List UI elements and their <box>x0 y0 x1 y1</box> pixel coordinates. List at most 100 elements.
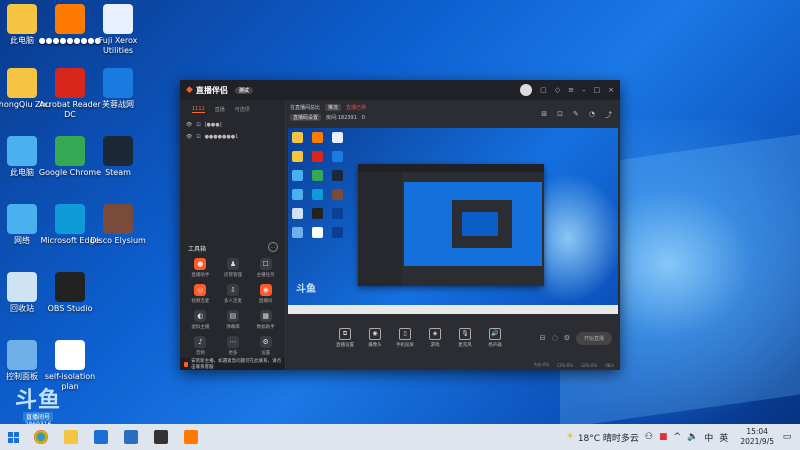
ime-indicator[interactable]: 中 <box>704 431 713 444</box>
stream-preview[interactable]: 斗鱼 <box>288 128 618 314</box>
desktop-icon[interactable]: 芙蓉战网 <box>86 68 150 110</box>
status-item: CPU:0% <box>557 362 574 368</box>
desktop-icon[interactable]: Disco Elysium <box>86 204 150 246</box>
link-mic-icon: ◎ <box>194 284 207 296</box>
control-button[interactable]: 🔊 扬声器 <box>480 328 510 348</box>
toolbox-item[interactable]: ☐ 主播任务 <box>249 258 282 278</box>
status-item: 内存:0% <box>533 362 550 367</box>
control-button[interactable]: ◈ 游戏 <box>420 328 450 348</box>
volume-icon[interactable]: 🔈 <box>687 432 698 442</box>
computer-icon <box>7 136 37 166</box>
toolbox-item[interactable]: ⋯ 更多 <box>217 336 250 356</box>
gift-icon[interactable]: ◇ <box>555 86 560 94</box>
speaker-icon: 🔊 <box>489 328 501 340</box>
control-bar: ⧉ 直播设置 ◉ 摄像头 ▯ 手机投屏 ◈ 游戏 🎙 麦克风 🔊 扬声器 ⊟ ◌ ⚙ 开始直播 <box>286 318 620 358</box>
toolbox-item-label: 设置 <box>261 351 271 356</box>
desktop-icon[interactable]: Fuji Xerox Utilities <box>86 4 150 56</box>
app-titlebar[interactable]: ◆ 直播伴侣 测试 ▢ ◇ ≡ – □ × <box>180 80 620 100</box>
toolbox-item[interactable]: ● 直播助手 <box>184 258 217 278</box>
start-live-button[interactable]: 开始直播 <box>575 331 612 345</box>
lock-icon[interactable]: ⊡ <box>196 122 200 128</box>
toolbox-item[interactable]: ♪ 音频 <box>184 336 217 356</box>
toolbox-item[interactable]: ◐ 虚拟主播 <box>184 310 217 330</box>
edit-icon[interactable]: ✎ <box>573 110 579 120</box>
toolbox-item[interactable]: ◉ 直播间 <box>249 284 282 304</box>
visibility-icon[interactable]: 👁 <box>186 122 192 128</box>
close-icon[interactable]: × <box>608 86 614 94</box>
toolbox-item[interactable]: ⇩ 多人连麦 <box>217 284 250 304</box>
scene-item[interactable]: 👁 ⊡ ●●●●●●●1 <box>180 131 285 143</box>
app-shortcut-icon <box>55 4 85 34</box>
weather-widget[interactable]: ☀ 18°C 晴时多云 <box>566 431 639 444</box>
desktop-icon[interactable]: Steam <box>86 136 150 178</box>
toolbox-item[interactable]: ♟ 房管管理 <box>217 258 250 278</box>
minimize-icon[interactable]: – <box>582 86 586 94</box>
scene-item[interactable]: 👁 ⊡ [●●●] <box>180 119 285 131</box>
game-icon: ◈ <box>429 328 441 340</box>
taskbar-streaming-app[interactable] <box>176 424 206 450</box>
taskbar-mail[interactable] <box>86 424 116 450</box>
menu-icon[interactable]: ≡ <box>568 86 574 94</box>
start-button[interactable] <box>0 424 26 450</box>
toolbox-item[interactable]: ▦ 数据助手 <box>249 310 282 330</box>
tray-app-icon[interactable]: ■ <box>659 432 668 442</box>
gear-icon[interactable]: ⚙ <box>564 334 570 342</box>
maximize-icon[interactable]: □ <box>594 86 601 94</box>
stream-title: 在直播间总比 <box>290 105 321 111</box>
control-button[interactable]: 🎙 麦克风 <box>450 328 480 348</box>
desktop-icon-label: Fuji Xerox Utilities <box>98 36 138 55</box>
toolbox-item-label: 视频连麦 <box>191 299 210 304</box>
scene-tab[interactable]: 可选项 <box>235 106 250 113</box>
recycle-bin-icon <box>7 272 37 302</box>
tray-expand-icon[interactable]: ^ <box>674 432 682 442</box>
user-avatar[interactable] <box>520 84 533 96</box>
scene-item-label: [●●●] <box>204 122 222 128</box>
desktop-icon[interactable]: OBS Studio <box>38 272 102 314</box>
windows-taskbar: ☀ 18°C 晴时多云 ⚇ ■ ^ 🔈 中 英 15:04 2021/9/5 ▭ <box>0 424 800 450</box>
control-button[interactable]: ⧉ 直播设置 <box>330 328 360 348</box>
mail-icon <box>94 430 108 444</box>
taskbar-photos[interactable] <box>116 424 146 450</box>
scene-list: 👁 ⊡ [●●●] 👁 ⊡ ●●●●●●●1 <box>180 119 285 143</box>
scene-tab[interactable]: 直播 <box>215 106 225 113</box>
taskbar-game[interactable] <box>146 424 176 450</box>
control-button[interactable]: ▯ 手机投屏 <box>390 328 420 348</box>
timer-icon[interactable]: ◌ <box>552 334 558 342</box>
toolbox-more-icon[interactable]: … <box>268 242 278 252</box>
multi-mic-icon: ⇩ <box>226 284 239 296</box>
clock[interactable]: 15:04 2021/9/5 <box>740 427 774 447</box>
obs-icon <box>55 272 85 302</box>
people-icon[interactable]: ⚇ <box>645 432 653 442</box>
nested-app-preview <box>358 164 544 286</box>
announcement-bar[interactable]: 安装新主播，如遇紧急问题可在此联系，请点击联系客服 <box>180 358 285 370</box>
chrome-icon <box>34 430 48 444</box>
toolbox-item-label: 房管管理 <box>223 273 242 278</box>
watermark-logo: 斗鱼 <box>14 388 61 413</box>
toolbox-item[interactable]: ◎ 视频连麦 <box>184 284 217 304</box>
share-icon[interactable]: ⤴ <box>605 110 612 120</box>
layout-icon[interactable]: ⊞ <box>541 110 547 120</box>
control-label: 手机投屏 <box>396 343 414 348</box>
lock-icon[interactable]: ⊡ <box>557 110 563 120</box>
edge-icon <box>55 204 85 234</box>
taskbar-chrome[interactable] <box>26 424 56 450</box>
toolbox-item-label: 虚拟主播 <box>191 325 210 330</box>
lock-icon[interactable]: ⊡ <box>196 134 200 140</box>
stream-badge[interactable]: 推流 <box>325 104 342 111</box>
screen-share-icon: ⧉ <box>339 328 351 340</box>
stream-info: 在直播间总比 推流 直播已停 直播码设置 房间:182391 0 ⊞ ⊡ ✎ ◔… <box>286 100 620 130</box>
scene-tab[interactable]: 1111 <box>192 106 205 113</box>
taskbar-explorer[interactable] <box>56 424 86 450</box>
message-icon[interactable]: ▢ <box>540 86 547 94</box>
virtual-icon: ◐ <box>194 310 207 322</box>
notification-icon[interactable]: ▭ <box>780 430 794 444</box>
visibility-icon[interactable]: 👁 <box>186 134 192 140</box>
lang-indicator[interactable]: 英 <box>719 431 728 444</box>
control-button[interactable]: ◉ 摄像头 <box>360 328 390 348</box>
toolbox-item[interactable]: ⚙ 设置 <box>249 336 282 356</box>
toolbox-item[interactable]: ▤ 弹幕库 <box>217 310 250 330</box>
bell-icon[interactable]: ◔ <box>589 110 595 120</box>
record-icon[interactable]: ⊟ <box>540 334 546 342</box>
desktop-icon[interactable]: self-isolation plan <box>38 340 102 392</box>
stream-settings-link[interactable]: 直播码设置 <box>290 114 322 121</box>
